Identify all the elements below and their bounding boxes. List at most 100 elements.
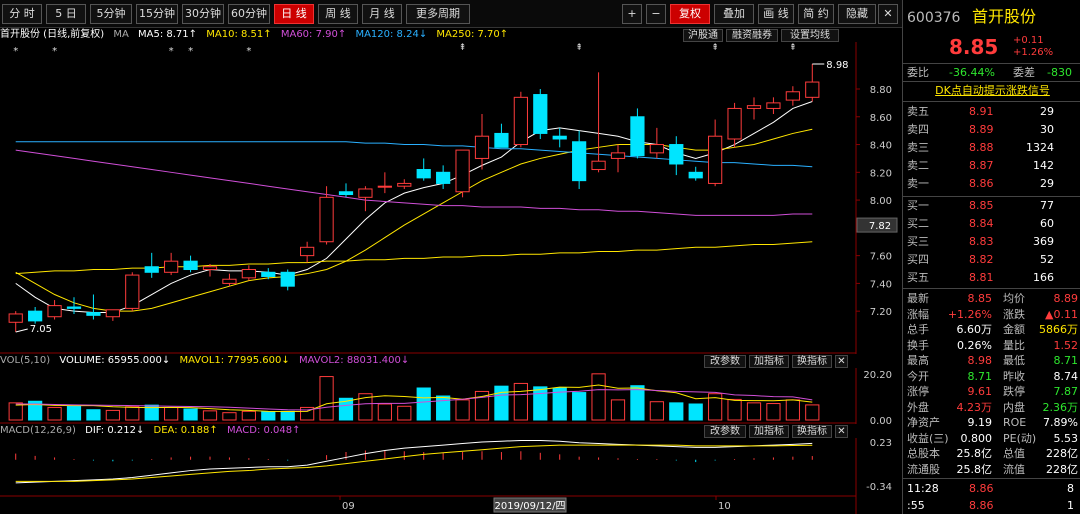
vol-btn-3[interactable]: ✕ — [835, 355, 848, 368]
event-marker-icon[interactable]: ⇞ — [789, 43, 797, 53]
candle[interactable] — [669, 136, 684, 176]
candle[interactable] — [222, 273, 237, 287]
candle[interactable] — [455, 149, 470, 198]
close-icon[interactable]: ✕ — [878, 4, 898, 24]
candle[interactable] — [416, 158, 431, 181]
macd-chart[interactable]: 0.23 -0.34 09 10 2019/09/12/四 — [0, 438, 902, 514]
period-tab-6[interactable]: 日 线 — [274, 4, 314, 24]
candle[interactable] — [105, 309, 120, 321]
quote-value: 0.800 — [960, 431, 993, 445]
candle[interactable] — [766, 97, 781, 114]
candle[interactable] — [28, 307, 43, 324]
bid-row[interactable]: 买三 8.83 369 — [907, 234, 1078, 249]
candle[interactable] — [47, 300, 62, 320]
candle[interactable] — [649, 127, 664, 159]
candle[interactable] — [125, 272, 140, 312]
candle[interactable] — [533, 88, 548, 139]
period-tab-0[interactable]: 分 时 — [2, 4, 42, 24]
ask-row[interactable]: 卖二 8.87 142 — [907, 158, 1078, 173]
ask-row[interactable]: 卖四 8.89 30 — [907, 122, 1078, 137]
candle[interactable] — [513, 91, 528, 148]
candle[interactable] — [591, 72, 606, 173]
toolbar-btn-2[interactable]: 复权 — [670, 4, 710, 24]
toolbar-btn-3[interactable]: 叠加 — [714, 4, 754, 24]
candle[interactable] — [183, 255, 198, 273]
period-tab-8[interactable]: 月 线 — [362, 4, 402, 24]
volume-chart[interactable]: 20.20 0.00 — [0, 368, 902, 424]
macd-btn-1[interactable]: 加指标 — [749, 425, 789, 438]
bid-row[interactable]: 买二 8.84 60 — [907, 216, 1078, 231]
price-tick-label: 8.60 — [870, 113, 892, 124]
period-tab-7[interactable]: 周 线 — [318, 4, 358, 24]
period-tab-1[interactable]: 5 日 — [46, 4, 86, 24]
candle[interactable] — [358, 186, 373, 212]
period-tab-4[interactable]: 30分钟 — [182, 4, 224, 24]
toolbar-btn-0[interactable]: + — [622, 4, 642, 24]
event-marker-icon[interactable]: ⇞ — [575, 43, 583, 53]
vol-btn-1[interactable]: 加指标 — [749, 355, 789, 368]
event-marker-icon[interactable]: * — [169, 46, 174, 57]
candle[interactable] — [630, 108, 645, 159]
candle[interactable] — [785, 86, 800, 106]
main-btn-2[interactable]: 设置均线 — [781, 29, 839, 42]
macd-btn-0[interactable]: 改参数 — [704, 425, 746, 438]
candle[interactable] — [727, 102, 742, 148]
main-btn-1[interactable]: 融资融券 — [726, 29, 778, 42]
period-tab-9[interactable]: 更多周期 — [406, 4, 470, 24]
candle[interactable] — [144, 252, 159, 278]
candle[interactable] — [805, 64, 820, 102]
signal-link[interactable]: DK点自动提示涨跌信号 — [907, 83, 1078, 98]
candlestick-chart[interactable]: 8.808.608.408.208.007.807.607.407.207.82… — [0, 42, 902, 354]
candle[interactable] — [436, 165, 451, 189]
stock-code[interactable]: 600376 — [907, 10, 960, 26]
candle[interactable] — [280, 269, 295, 291]
vol-tick-label: 20.20 — [863, 370, 892, 381]
candle[interactable] — [338, 183, 354, 198]
candle-body — [280, 271, 295, 287]
candle-body — [766, 102, 781, 109]
macd-btn-2[interactable]: 换指标 — [792, 425, 832, 438]
candle[interactable] — [300, 241, 315, 263]
candle[interactable] — [572, 130, 587, 189]
period-tab-2[interactable]: 5分钟 — [90, 4, 132, 24]
toolbar-btn-1[interactable]: − — [646, 4, 666, 24]
ask-row[interactable]: 卖一 8.86 29 — [907, 176, 1078, 191]
candle[interactable] — [377, 172, 392, 194]
candle[interactable] — [610, 144, 626, 173]
volume-bar — [319, 376, 334, 421]
toolbar-btn-5[interactable]: 简 约 — [798, 4, 834, 24]
bid-row[interactable]: 买四 8.82 52 — [907, 252, 1078, 267]
event-marker-icon[interactable]: * — [13, 46, 18, 57]
ma-label: MA — [113, 29, 129, 40]
candle[interactable] — [8, 311, 23, 332]
candle[interactable] — [552, 127, 567, 148]
ask-row[interactable]: 卖五 8.91 29 — [907, 104, 1078, 119]
candle[interactable] — [164, 252, 179, 276]
main-btn-0[interactable]: 沪股通 — [683, 29, 723, 42]
event-marker-icon[interactable]: ⇞ — [459, 43, 467, 53]
macd-btn-3[interactable]: ✕ — [835, 425, 848, 438]
ask-volume: 142 — [1033, 159, 1054, 172]
bid-row[interactable]: 买五 8.81 166 — [907, 270, 1078, 285]
toolbar-btn-4[interactable]: 画 线 — [758, 4, 794, 24]
candle[interactable] — [494, 123, 509, 148]
candle[interactable] — [241, 265, 256, 281]
candle[interactable] — [746, 97, 762, 120]
toolbar-btn-6[interactable]: 隐藏 — [838, 4, 876, 24]
event-marker-icon[interactable]: * — [246, 46, 251, 57]
bid-label: 买三 — [907, 235, 929, 248]
event-marker-icon[interactable]: * — [188, 46, 193, 57]
candle[interactable] — [688, 166, 703, 181]
ask-row[interactable]: 卖三 8.88 1324 — [907, 140, 1078, 155]
candle[interactable] — [474, 113, 490, 170]
vol-btn-2[interactable]: 换指标 — [792, 355, 832, 368]
candle[interactable] — [708, 119, 723, 187]
volume-bar — [610, 399, 626, 421]
candle[interactable] — [397, 179, 412, 189]
period-tab-3[interactable]: 15分钟 — [136, 4, 178, 24]
bid-row[interactable]: 买一 8.85 77 — [907, 198, 1078, 213]
event-marker-icon[interactable]: ⇞ — [711, 43, 719, 53]
event-marker-icon[interactable]: * — [52, 46, 57, 57]
vol-btn-0[interactable]: 改参数 — [704, 355, 746, 368]
period-tab-5[interactable]: 60分钟 — [228, 4, 270, 24]
